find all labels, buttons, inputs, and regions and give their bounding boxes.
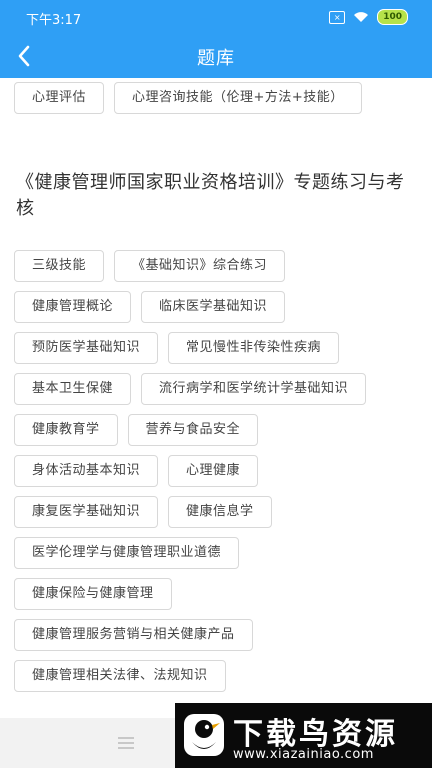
tag-row: 医学伦理学与健康管理职业道德	[14, 537, 240, 569]
question-bank-list: 心理评估 心理咨询技能（伦理+方法+技能） 《健康管理师国家职业资格培训》专题练…	[0, 78, 432, 718]
tag-health-management-intro[interactable]: 健康管理概论	[14, 291, 132, 323]
tag-basic-health-care[interactable]: 基本卫生保健	[14, 373, 132, 405]
status-bar: 下午3:17 × 100	[0, 0, 432, 34]
battery-icon: 100	[377, 9, 408, 25]
tag-row: 基本卫生保健 流行病学和医学统计学基础知识	[14, 373, 367, 405]
tag-row: 健康教育学 营养与食品安全	[14, 414, 259, 446]
tag-basic-knowledge-practice[interactable]: 《基础知识》综合练习	[114, 250, 286, 282]
tag-row: 心理评估 心理咨询技能（伦理+方法+技能）	[14, 82, 362, 114]
menu-icon[interactable]	[118, 737, 134, 752]
bird-logo-icon	[184, 714, 224, 756]
tag-mental-health[interactable]: 心理健康	[168, 455, 259, 487]
tag-row: 健康管理概论 临床医学基础知识	[14, 291, 286, 323]
tag-row: 康复医学基础知识 健康信息学	[14, 496, 272, 528]
tag-row: 身体活动基本知识 心理健康	[14, 455, 259, 487]
section-title: 《健康管理师国家职业资格培训》专题练习与考核	[16, 172, 405, 219]
tag-service-marketing[interactable]: 健康管理服务营销与相关健康产品	[14, 619, 253, 651]
tag-physical-activity[interactable]: 身体活动基本知识	[14, 455, 159, 487]
status-icons: × 100	[329, 9, 408, 25]
tag-psychological-assessment[interactable]: 心理评估	[14, 82, 105, 114]
sim-card-icon: ×	[329, 10, 346, 24]
tag-row: 预防医学基础知识 常见慢性非传染性疾病	[14, 332, 340, 364]
watermark: 下载鸟资源 www.xiazainiao.com	[175, 703, 432, 768]
tag-preventive-medicine[interactable]: 预防医学基础知识	[14, 332, 159, 364]
watermark-url: www.xiazainiao.com	[233, 747, 374, 762]
status-time: 下午3:17	[26, 13, 82, 28]
app-header: 下午3:17 × 100 题库	[0, 0, 432, 78]
page-title: 题库	[197, 48, 235, 69]
tag-health-insurance[interactable]: 健康保险与健康管理	[14, 578, 172, 610]
tag-epidemiology-statistics[interactable]: 流行病学和医学统计学基础知识	[141, 373, 367, 405]
nav-bar: 题库	[0, 34, 432, 78]
tag-row: 健康管理相关法律、法规知识	[14, 660, 226, 692]
tag-level-3-skills[interactable]: 三级技能	[14, 250, 105, 282]
tag-health-informatics[interactable]: 健康信息学	[168, 496, 272, 528]
tag-counseling-skills[interactable]: 心理咨询技能（伦理+方法+技能）	[114, 82, 362, 114]
tag-medical-ethics[interactable]: 医学伦理学与健康管理职业道德	[14, 537, 240, 569]
tag-nutrition-food-safety[interactable]: 营养与食品安全	[127, 414, 259, 446]
tag-rehabilitation[interactable]: 康复医学基础知识	[14, 496, 159, 528]
tag-row: 健康管理服务营销与相关健康产品	[14, 619, 253, 651]
tag-health-education[interactable]: 健康教育学	[14, 414, 118, 446]
tag-chronic-diseases[interactable]: 常见慢性非传染性疾病	[168, 332, 340, 364]
tag-clinical-medicine[interactable]: 临床医学基础知识	[141, 291, 286, 323]
tag-row: 三级技能 《基础知识》综合练习	[14, 250, 286, 282]
tag-row: 健康保险与健康管理	[14, 578, 172, 610]
tag-laws-regulations[interactable]: 健康管理相关法律、法规知识	[14, 660, 226, 692]
wifi-icon	[353, 11, 369, 23]
